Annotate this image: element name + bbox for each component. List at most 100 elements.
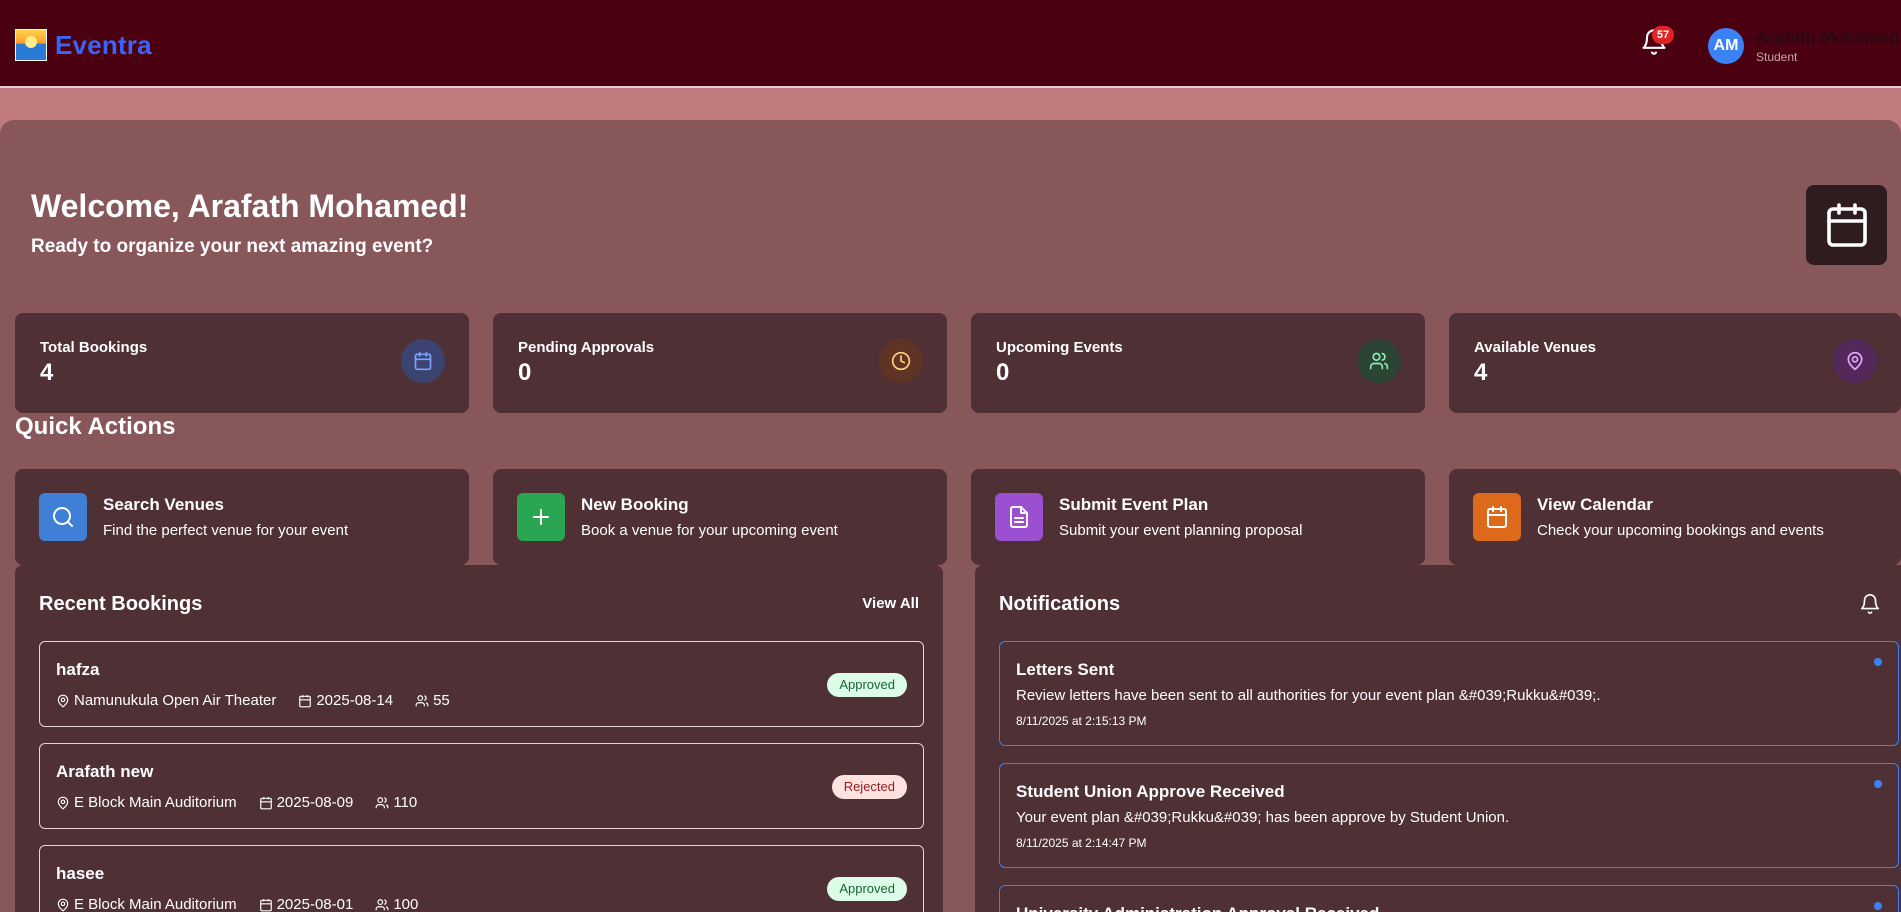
stat-label: Pending Approvals (518, 339, 655, 356)
notification-title: Student Union Approve Received (1016, 782, 1285, 801)
notification-message: Review letters have been sent to all aut… (1016, 687, 1601, 704)
top-navbar: Eventra 57 AM Arafath Mohamed Student (0, 0, 1901, 88)
document-icon (1010, 506, 1028, 528)
page-title: Welcome, Arafath Mohamed! (31, 188, 469, 224)
calendar-icon (1487, 506, 1507, 528)
booking-name: hasee (56, 864, 105, 883)
brand-name: Eventra (55, 29, 152, 60)
quick-action-icon (1473, 493, 1521, 541)
notifications-bell[interactable] (1859, 593, 1881, 615)
users-icon (375, 796, 389, 808)
booking-name: Arafath new (56, 762, 154, 781)
status-badge: Approved (827, 877, 907, 901)
stat-value: 4 (40, 359, 54, 386)
quick-action-title: Submit Event Plan (1059, 495, 1209, 514)
quick-action-desc: Submit your event planning proposal (1059, 522, 1303, 539)
stat-label: Available Venues (1474, 339, 1597, 356)
quick-action-title: Search Venues (103, 495, 224, 514)
stat-card-total-bookings: Total Bookings 4 (15, 313, 469, 413)
booking-item[interactable]: hafza Namunukula Open Air Theater 2025-0… (39, 641, 924, 727)
calendar-icon (414, 351, 432, 371)
booking-attendees: 55 (433, 692, 450, 709)
booking-venue: Namunukula Open Air Theater (74, 692, 277, 709)
quick-action-title: New Booking (581, 495, 689, 514)
quick-action-icon (517, 493, 565, 541)
calendar-icon (259, 796, 272, 809)
stat-value: 0 (518, 359, 532, 386)
notification-time: 8/11/2025 at 2:14:47 PM (1016, 836, 1147, 850)
booking-date: 2025-08-09 (276, 794, 354, 811)
hero-calendar-badge (1806, 185, 1887, 265)
map-pin-icon (57, 796, 69, 810)
recent-bookings-title: Recent Bookings (39, 593, 203, 615)
notification-title: University Administration Approval Recei… (1016, 904, 1379, 912)
booking-venue: E Block Main Auditorium (74, 896, 237, 912)
notifications-title: Notifications (999, 593, 1121, 615)
notification-item[interactable]: Letters Sent Review letters have been se… (999, 641, 1899, 746)
quick-action-search-venues[interactable]: Search Venues Find the perfect venue for… (15, 469, 469, 565)
map-pin-icon (57, 898, 69, 912)
map-pin-icon (57, 694, 69, 708)
unread-dot (1874, 780, 1882, 788)
stat-card-available-venues: Available Venues 4 (1449, 313, 1901, 413)
quick-action-new-booking[interactable]: New Booking Book a venue for your upcomi… (493, 469, 947, 565)
map-pin-icon (1847, 351, 1863, 371)
calendar-icon (299, 694, 312, 707)
booking-attendees: 100 (393, 896, 419, 912)
stat-card-pending-approvals: Pending Approvals 0 (493, 313, 947, 413)
booking-meta: E Block Main Auditorium 2025-08-09 110 (56, 794, 439, 811)
stat-icon-badge (1833, 339, 1877, 383)
stat-label: Upcoming Events (996, 339, 1123, 356)
stat-icon-badge (879, 339, 923, 383)
bell-icon (1860, 594, 1880, 614)
unread-dot (1874, 902, 1882, 910)
quick-action-icon (39, 493, 87, 541)
quick-action-desc: Check your upcoming bookings and events (1537, 522, 1824, 539)
status-badge: Approved (827, 673, 907, 697)
users-icon (1369, 352, 1389, 370)
brand[interactable]: Eventra (15, 29, 152, 61)
calendar-icon (259, 898, 272, 911)
quick-action-icon (995, 493, 1043, 541)
notification-item[interactable]: University Administration Approval Recei… (999, 885, 1899, 912)
booking-date: 2025-08-14 (316, 692, 394, 709)
notification-title: Letters Sent (1016, 660, 1115, 679)
booking-item[interactable]: hasee E Block Main Auditorium 2025-08-01… (39, 845, 924, 912)
quick-action-submit-event-plan[interactable]: Submit Event Plan Submit your event plan… (971, 469, 1425, 565)
users-icon (375, 898, 389, 910)
quick-action-desc: Book a venue for your upcoming event (581, 522, 838, 539)
quick-action-view-calendar[interactable]: View Calendar Check your upcoming bookin… (1449, 469, 1901, 565)
notification-count-badge: 57 (1652, 26, 1674, 44)
search-icon (53, 507, 73, 527)
page-subtitle: Ready to organize your next amazing even… (31, 236, 434, 257)
quick-actions-title: Quick Actions (15, 413, 176, 440)
booking-meta: E Block Main Auditorium 2025-08-01 100 (56, 896, 440, 912)
notification-message: Your event plan &#039;Rukku&#039; has be… (1016, 809, 1510, 826)
user-role: Student (1756, 50, 1798, 64)
notification-item[interactable]: Student Union Approve Received Your even… (999, 763, 1899, 868)
booking-date: 2025-08-01 (276, 896, 354, 912)
notifications-panel: Notifications Letters Sent Review letter… (975, 565, 1901, 912)
stat-label: Total Bookings (40, 339, 148, 356)
booking-item[interactable]: Arafath new E Block Main Auditorium 2025… (39, 743, 924, 829)
user-name: Arafath Mohamed (1756, 28, 1900, 47)
plus-icon (533, 509, 549, 525)
status-badge: Rejected (831, 775, 907, 799)
stat-value: 0 (996, 359, 1010, 386)
clock-icon (891, 351, 911, 371)
view-all-link[interactable]: View All (862, 595, 919, 612)
booking-attendees: 110 (393, 794, 418, 811)
booking-venue: E Block Main Auditorium (74, 794, 237, 811)
calendar-icon (1826, 203, 1867, 247)
stat-icon-badge (1357, 339, 1401, 383)
quick-action-title: View Calendar (1537, 495, 1653, 514)
stat-icon-badge (401, 339, 445, 383)
booking-name: hafza (56, 660, 100, 679)
avatar[interactable]: AM (1708, 28, 1744, 64)
stat-card-upcoming-events: Upcoming Events 0 (971, 313, 1425, 413)
notification-time: 8/11/2025 at 2:15:13 PM (1016, 714, 1147, 728)
unread-dot (1874, 658, 1882, 666)
stat-value: 4 (1474, 359, 1488, 386)
quick-action-desc: Find the perfect venue for your event (103, 522, 349, 539)
recent-bookings-panel: Recent Bookings View All hafza Namunukul… (15, 565, 943, 912)
